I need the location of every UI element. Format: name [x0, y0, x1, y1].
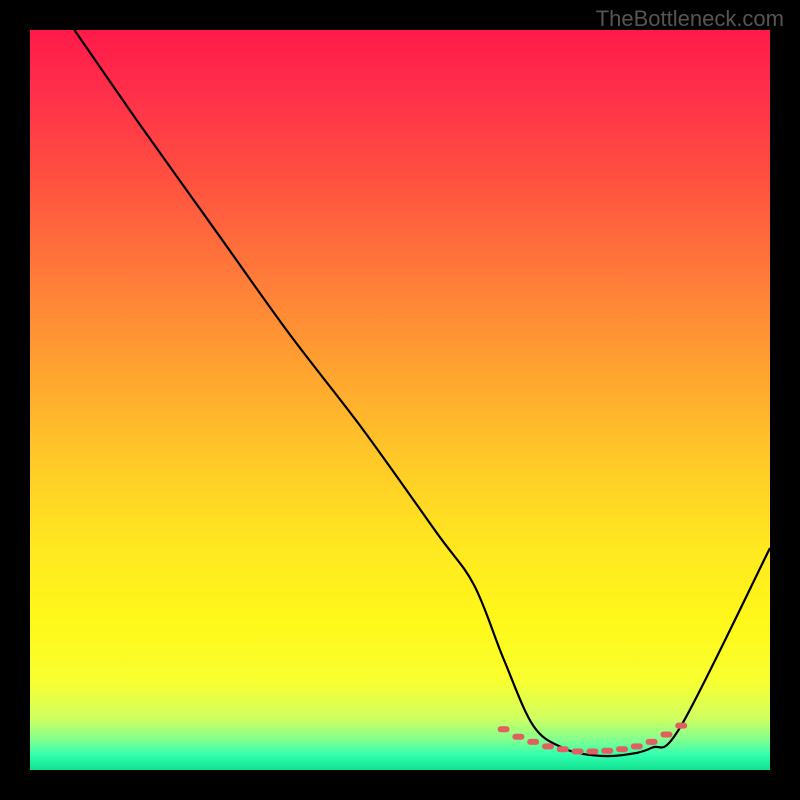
marker-dot [557, 746, 569, 752]
optimal-range-markers [498, 723, 688, 755]
marker-dot [601, 748, 613, 754]
marker-dot [646, 739, 658, 745]
marker-dot [675, 723, 687, 729]
marker-dot [572, 749, 584, 755]
marker-dot [616, 746, 628, 752]
marker-dot [542, 743, 554, 749]
bottleneck-curve [74, 30, 770, 756]
marker-dot [631, 743, 643, 749]
marker-dot [527, 739, 539, 745]
plot-area [30, 30, 770, 770]
marker-dot [512, 734, 524, 740]
chart-svg [30, 30, 770, 770]
marker-dot [498, 726, 510, 732]
marker-dot [586, 749, 598, 755]
watermark-text: TheBottleneck.com [596, 6, 784, 32]
marker-dot [660, 731, 672, 737]
